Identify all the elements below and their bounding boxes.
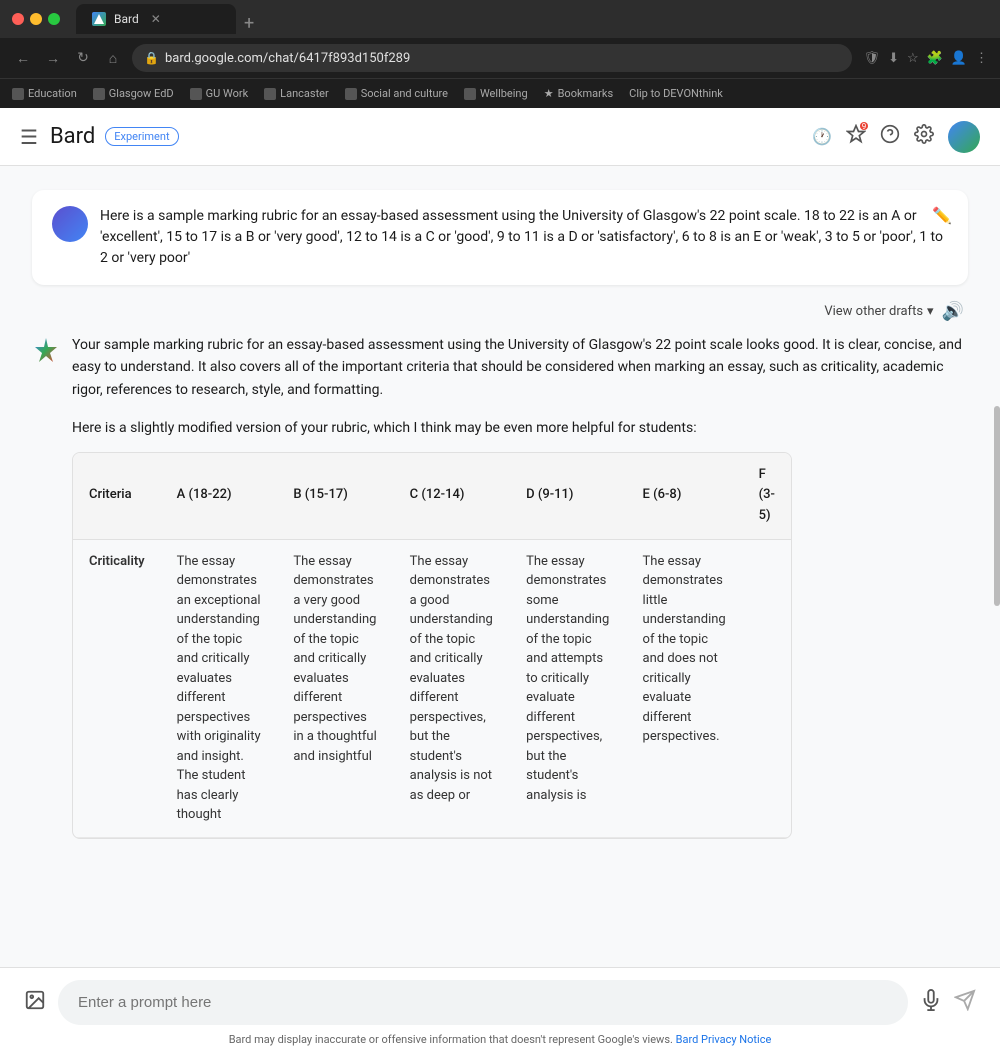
chevron-down-icon: ▾ <box>927 304 934 319</box>
maximize-window-button[interactable] <box>48 13 60 25</box>
bookmark-folder-icon <box>190 88 202 100</box>
notification-dot: 9 <box>860 122 868 130</box>
disclaimer: Bard may display inaccurate or offensive… <box>24 1033 976 1046</box>
bookmark-gu-work[interactable]: GU Work <box>190 87 249 100</box>
rubric-table-container[interactable]: Criteria A (18-22) B (15-17) C (12-14) D… <box>72 452 792 839</box>
bard-response: View other drafts ▾ 🔊 <box>32 301 968 839</box>
reload-button[interactable]: ↻ <box>72 50 94 66</box>
forward-button[interactable]: → <box>42 50 64 67</box>
shield-icon: 🛡 <box>864 51 881 66</box>
cell-d: The essay demonstrates some understandin… <box>510 539 626 837</box>
nav-bar: ← → ↻ ⌂ 🔒 bard.google.com/chat/6417f893d… <box>0 38 1000 78</box>
privacy-notice-link[interactable]: Bard Privacy Notice <box>676 1033 772 1046</box>
response-subtitle-text: Here is a slightly modified version of y… <box>72 417 968 439</box>
cell-c: The essay demonstrates a good understand… <box>394 539 510 837</box>
edit-message-button[interactable]: ✏️ <box>932 206 952 225</box>
response-intro-text: Your sample marking rubric for an essay-… <box>72 334 968 401</box>
response-header: View other drafts ▾ 🔊 <box>32 301 968 322</box>
bard-message: Your sample marking rubric for an essay-… <box>32 334 968 839</box>
bookmark-star-icon[interactable]: ☆ <box>907 51 919 66</box>
bard-header: ☰ Bard Experiment 🕐 9 <box>0 108 1000 166</box>
active-tab[interactable]: Bard ✕ <box>76 4 236 34</box>
cell-criteria: Criticality <box>73 539 161 837</box>
input-area: Bard may display inaccurate or offensive… <box>0 967 1000 1054</box>
view-drafts-button[interactable]: View other drafts ▾ <box>824 304 933 319</box>
user-message-text: Here is a sample marking rubric for an e… <box>100 206 948 269</box>
close-window-button[interactable] <box>12 13 24 25</box>
bookmark-folder-icon <box>264 88 276 100</box>
lock-icon: 🔒 <box>144 51 159 65</box>
bookmark-devonthink[interactable]: Clip to DEVONthink <box>629 87 723 100</box>
history-button[interactable]: 🕐 <box>812 127 832 146</box>
bard-logo: Bard <box>50 124 95 149</box>
bookmarks-bar: Education Glasgow EdD GU Work Lancaster … <box>0 78 1000 108</box>
bookmark-bookmarks[interactable]: ★ Bookmarks <box>544 87 613 100</box>
bookmark-education[interactable]: Education <box>12 87 77 100</box>
bard-star-icon <box>32 336 60 364</box>
tab-close-button[interactable]: ✕ <box>151 12 161 26</box>
extensions-icon[interactable]: 🧩 <box>927 51 943 66</box>
table-header-row: Criteria A (18-22) B (15-17) C (12-14) D… <box>73 453 791 540</box>
col-header-a: A (18-22) <box>161 453 278 540</box>
profile-icon[interactable]: 👤 <box>951 51 967 66</box>
download-icon: ⬇ <box>888 51 899 66</box>
tab-favicon-icon <box>92 12 106 26</box>
rubric-table: Criteria A (18-22) B (15-17) C (12-14) D… <box>73 453 791 838</box>
user-avatar-message <box>52 206 88 242</box>
send-button[interactable] <box>954 989 976 1016</box>
table-row: Criticality The essay demonstrates an ex… <box>73 539 791 837</box>
view-drafts-label: View other drafts <box>824 304 923 319</box>
image-upload-button[interactable] <box>24 989 46 1016</box>
user-message: Here is a sample marking rubric for an e… <box>32 190 968 285</box>
cell-f <box>743 539 791 837</box>
url-text: bard.google.com/chat/6417f893d150f289 <box>165 51 410 66</box>
bookmark-folder-icon <box>93 88 105 100</box>
cell-a: The essay demonstrates an exceptional un… <box>161 539 278 837</box>
scroll-thumb[interactable] <box>994 406 1000 606</box>
minimize-window-button[interactable] <box>30 13 42 25</box>
col-header-b: B (15-17) <box>277 453 393 540</box>
title-bar: Bard ✕ + <box>0 0 1000 38</box>
back-button[interactable]: ← <box>12 50 34 67</box>
cell-e: The essay demonstrates little understand… <box>627 539 743 837</box>
bookmark-glasgow-edd[interactable]: Glasgow EdD <box>93 87 174 100</box>
address-bar[interactable]: 🔒 bard.google.com/chat/6417f893d150f289 <box>132 44 852 72</box>
col-header-f: F (3-5) <box>743 453 791 540</box>
bookmark-folder-icon <box>345 88 357 100</box>
col-header-criteria: Criteria <box>73 453 161 540</box>
bard-app: ☰ Bard Experiment 🕐 9 <box>0 108 1000 1054</box>
help-button[interactable] <box>880 124 900 149</box>
input-row <box>24 980 976 1025</box>
cell-b: The essay demonstrates a very good under… <box>277 539 393 837</box>
home-button[interactable]: ⌂ <box>102 50 124 67</box>
tab-title: Bard <box>114 12 139 26</box>
microphone-button[interactable] <box>920 989 942 1016</box>
settings-button[interactable] <box>914 124 934 149</box>
speaker-button[interactable]: 🔊 <box>942 301 964 322</box>
star-activity-button[interactable]: 9 <box>846 124 866 149</box>
traffic-lights <box>12 13 60 25</box>
bookmark-social[interactable]: Social and culture <box>345 87 448 100</box>
menu-icon[interactable]: ⋮ <box>975 51 988 66</box>
nav-icons: 🛡 ⬇ ☆ 🧩 👤 ⋮ <box>864 51 988 66</box>
browser-frame: Bard ✕ + ← → ↻ ⌂ 🔒 bard.google.com/chat/… <box>0 0 1000 1054</box>
user-avatar[interactable] <box>948 121 980 153</box>
col-header-e: E (6-8) <box>627 453 743 540</box>
bookmark-folder-icon <box>12 88 24 100</box>
bookmark-lancaster[interactable]: Lancaster <box>264 87 329 100</box>
response-content: Your sample marking rubric for an essay-… <box>72 334 968 839</box>
header-actions: 🕐 9 <box>812 121 980 153</box>
chat-area[interactable]: Here is a sample marking rubric for an e… <box>0 166 1000 967</box>
disclaimer-text: Bard may display inaccurate or offensive… <box>229 1033 673 1046</box>
col-header-c: C (12-14) <box>394 453 510 540</box>
prompt-input[interactable] <box>58 980 908 1025</box>
col-header-d: D (9-11) <box>510 453 626 540</box>
bookmark-wellbeing[interactable]: Wellbeing <box>464 87 528 100</box>
hamburger-menu-button[interactable]: ☰ <box>20 125 38 149</box>
new-tab-button[interactable]: + <box>244 13 254 34</box>
experiment-badge: Experiment <box>105 127 178 146</box>
tab-bar: Bard ✕ + <box>76 4 988 34</box>
scroll-indicator <box>994 166 1000 967</box>
bookmark-folder-icon <box>464 88 476 100</box>
